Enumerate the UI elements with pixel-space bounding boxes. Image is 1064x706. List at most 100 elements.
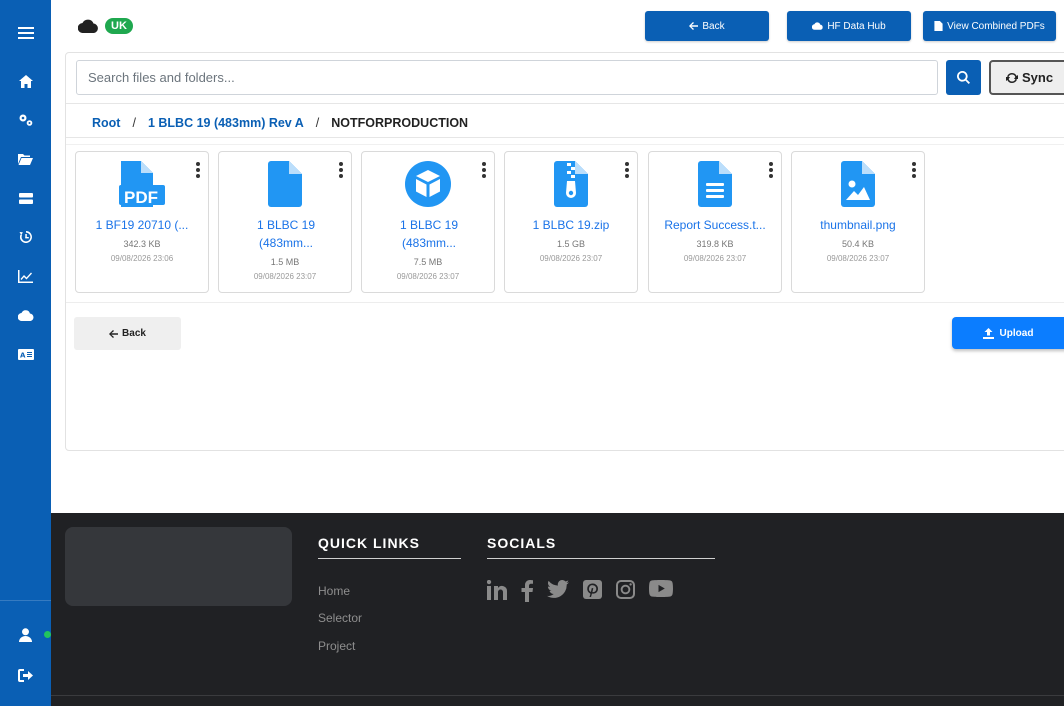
twitter-icon[interactable] xyxy=(547,580,569,598)
file-card[interactable]: 1 BLBC 19 (483mm... 7.5 MB 09/08/2026 23… xyxy=(361,151,495,293)
user-icon xyxy=(19,628,32,642)
header-back-label: Back xyxy=(702,20,725,32)
file-size: 342.3 KB xyxy=(123,239,161,249)
file-size: 50.4 KB xyxy=(841,239,875,249)
instagram-icon[interactable] xyxy=(616,580,635,599)
svg-text:PDF: PDF xyxy=(124,188,158,207)
line-chart-icon xyxy=(18,269,33,283)
server-icon xyxy=(18,192,33,204)
breadcrumb-root-link[interactable]: Root xyxy=(92,116,120,130)
file-date: 09/08/2026 23:06 xyxy=(110,254,174,263)
file-name: thumbnail.png xyxy=(820,218,896,232)
folder-open-icon xyxy=(18,154,33,165)
quick-links-heading: QUICK LINKS xyxy=(318,535,420,551)
file-date: 09/08/2026 23:07 xyxy=(539,254,603,263)
file-card[interactable]: 1 BLBC 19 (483mm... 1.5 MB 09/08/2026 23… xyxy=(218,151,352,293)
divider xyxy=(66,137,1064,138)
logout-button[interactable] xyxy=(0,660,51,690)
sign-out-icon xyxy=(18,668,33,682)
file-icon xyxy=(268,161,302,207)
data-hub-label: HF Data Hub xyxy=(827,20,886,32)
sidebar-item-translate[interactable]: A xyxy=(0,339,51,369)
sync-icon xyxy=(1006,72,1018,83)
sync-label: Sync xyxy=(1022,70,1054,85)
socials-heading: SOCIALS xyxy=(487,535,557,551)
cloud-icon xyxy=(812,22,823,30)
hamburger-icon xyxy=(17,27,34,39)
brand-area: UK xyxy=(78,18,133,34)
pdf-file-icon xyxy=(934,21,943,31)
breadcrumb-separator: / xyxy=(315,116,320,130)
file-date: 09/08/2026 23:07 xyxy=(826,254,890,263)
file-date: 09/08/2026 23:07 xyxy=(396,272,460,281)
pdf-file-icon: PDF xyxy=(119,161,165,207)
language-icon: A xyxy=(17,348,34,360)
sync-button[interactable]: Sync xyxy=(989,60,1064,95)
upload-icon xyxy=(982,327,994,339)
linkedin-icon[interactable] xyxy=(487,580,507,600)
file-name: 1 BLBC 19.zip xyxy=(532,218,610,232)
view-combined-pdfs-button[interactable]: View Combined PDFs xyxy=(923,11,1056,41)
sidebar-divider xyxy=(0,600,51,601)
header-back-button[interactable]: Back xyxy=(645,11,769,41)
region-badge: UK xyxy=(105,18,133,34)
breadcrumb-separator: / xyxy=(132,116,136,130)
view-combined-pdfs-label: View Combined PDFs xyxy=(947,20,1045,32)
cloud-icon xyxy=(17,309,33,321)
search-input[interactable]: Search files and folders... xyxy=(76,60,938,95)
breadcrumb: Root / 1 BLBC 19 (483mm) Rev A / NOTFORP… xyxy=(92,116,468,130)
footer-link-project[interactable]: Project xyxy=(318,639,355,653)
history-icon xyxy=(19,231,32,243)
divider xyxy=(66,302,1064,303)
image-file-icon xyxy=(841,161,875,207)
text-file-icon xyxy=(698,161,732,207)
facebook-icon[interactable] xyxy=(521,580,533,602)
menu-toggle-button[interactable] xyxy=(0,18,51,48)
online-status-dot xyxy=(44,631,51,638)
file-size: 7.5 MB xyxy=(413,257,443,267)
sidebar-item-home[interactable] xyxy=(0,66,51,96)
sidebar-item-files[interactable] xyxy=(0,144,51,174)
sidebar-item-settings[interactable] xyxy=(0,105,51,135)
file-name: 1 BF19 20710 (... xyxy=(95,218,189,232)
breadcrumb-folder-link[interactable]: 1 BLBC 19 (483mm) Rev A xyxy=(148,116,304,130)
youtube-icon[interactable] xyxy=(649,580,673,597)
file-date: 09/08/2026 23:07 xyxy=(253,272,317,281)
arrow-left-icon xyxy=(109,329,119,338)
file-name: 1 BLBC 19 (483mm... xyxy=(399,218,459,250)
search-placeholder: Search files and folders... xyxy=(88,70,235,85)
footer-bottom-divider xyxy=(51,695,1064,696)
upload-button[interactable]: Upload xyxy=(952,317,1064,349)
sidebar-item-analytics[interactable] xyxy=(0,261,51,291)
quick-links-underline xyxy=(318,558,461,559)
file-card[interactable]: PDF 1 BF19 20710 (... 342.3 KB 09/08/202… xyxy=(75,151,209,293)
file-size: 319.8 KB xyxy=(696,239,734,249)
file-card[interactable]: Report Success.t... 319.8 KB 09/08/2026 … xyxy=(648,151,782,293)
file-card[interactable]: thumbnail.png 50.4 KB 09/08/2026 23:07 xyxy=(791,151,925,293)
file-size: 1.5 GB xyxy=(556,239,585,249)
back-button[interactable]: Back xyxy=(74,317,181,350)
sidebar-item-history[interactable] xyxy=(0,222,51,252)
cube-icon xyxy=(405,161,451,207)
sidebar-item-cloud[interactable] xyxy=(0,300,51,330)
footer-link-home[interactable]: Home xyxy=(318,584,350,598)
zip-file-icon xyxy=(554,161,588,207)
sidebar: A xyxy=(0,0,51,706)
file-date: 09/08/2026 23:07 xyxy=(683,254,747,263)
file-name: Report Success.t... xyxy=(664,218,766,232)
home-icon xyxy=(18,74,33,88)
footer-link-selector[interactable]: Selector xyxy=(318,611,362,625)
upload-label: Upload xyxy=(999,327,1034,339)
svg-text:A: A xyxy=(20,351,26,359)
data-hub-button[interactable]: HF Data Hub xyxy=(787,11,911,41)
file-size: 1.5 MB xyxy=(270,257,300,267)
search-button[interactable] xyxy=(946,60,981,95)
file-card[interactable]: 1 BLBC 19.zip 1.5 GB 09/08/2026 23:07 xyxy=(504,151,638,293)
pinterest-icon[interactable] xyxy=(583,580,602,599)
socials-underline xyxy=(487,558,715,559)
sidebar-item-storage[interactable] xyxy=(0,183,51,213)
breadcrumb-current: NOTFORPRODUCTION xyxy=(331,116,469,130)
cloud-logo-icon xyxy=(78,19,98,33)
gears-icon xyxy=(19,114,32,126)
footer: QUICK LINKS Home Selector Project SOCIAL… xyxy=(51,513,1064,706)
